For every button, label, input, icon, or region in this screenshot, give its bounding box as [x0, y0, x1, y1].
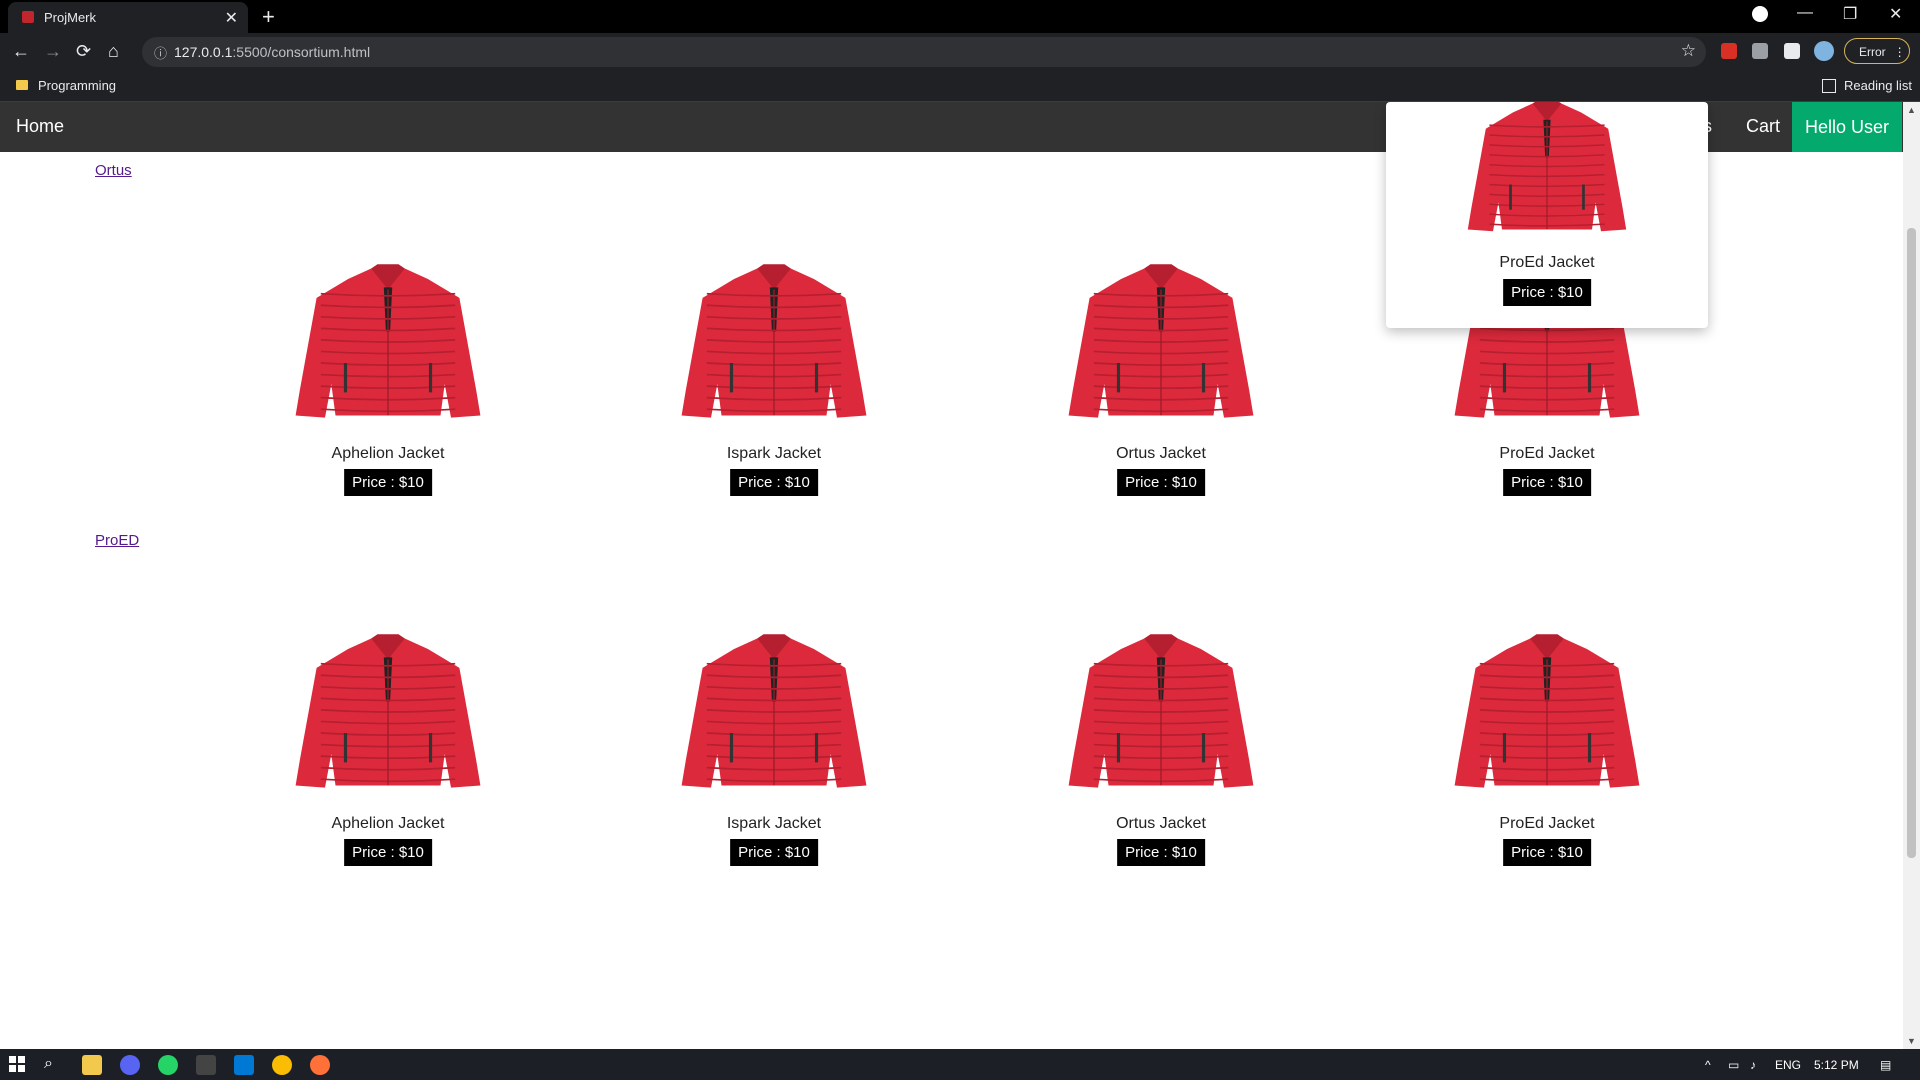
notifications-icon[interactable]: ▤ [1880, 1058, 1891, 1072]
minimize-button[interactable]: — [1797, 4, 1813, 22]
page-scrollbar[interactable]: ▲ ▼ [1903, 102, 1920, 1049]
product-card[interactable]: Ortus Jacket Price : $10 [1021, 252, 1301, 496]
hello-user-button[interactable]: Hello User [1792, 102, 1902, 152]
product-name: Ispark Jacket [726, 815, 822, 832]
product-card[interactable]: Aphelion Jacket Price : $10 [248, 252, 528, 496]
jacket-image [681, 264, 867, 418]
jacket-image [1454, 634, 1640, 788]
back-button[interactable]: ← [12, 41, 30, 62]
product-card[interactable]: ProEd Jacket Price : $10 [1407, 622, 1687, 866]
nav-home-link[interactable]: Home [16, 116, 64, 137]
dropdown-product-card[interactable]: ProEd Jacket Price : $10 [1386, 102, 1708, 328]
scroll-down-icon[interactable]: ▼ [1907, 1036, 1916, 1046]
product-price: Price : $10 [1503, 839, 1591, 866]
jacket-image [295, 634, 481, 788]
product-name: Ispark Jacket [726, 445, 822, 462]
jacket-image [681, 634, 867, 788]
product-price: Price : $10 [730, 469, 818, 496]
avatar[interactable] [1814, 41, 1834, 61]
nav-cart-link[interactable]: Cart [1746, 116, 1780, 137]
browser-tab-strip: ProjMerk ✕ + — ❐ ✕ [0, 0, 1920, 33]
profile-error-button[interactable]: Error ⋮ [1844, 38, 1910, 64]
product-name: ProEd Jacket [1499, 815, 1595, 832]
reload-button[interactable]: ⟳ [76, 41, 91, 62]
product-name: ProEd Jacket [1499, 254, 1595, 271]
windows-taskbar: ⌕ ^ ▭ ♪ ENG 5:12 PM ▤ [0, 1049, 1920, 1080]
clock[interactable]: 5:12 PM [1814, 1058, 1859, 1072]
jacket-image [295, 264, 481, 418]
tab-close-icon[interactable]: ✕ [225, 8, 238, 28]
product-price: Price : $10 [1117, 839, 1205, 866]
restore-button[interactable]: ❐ [1843, 4, 1857, 24]
scroll-up-icon[interactable]: ▲ [1907, 105, 1916, 115]
bookmarks-bar: Programming Reading list [0, 71, 1920, 102]
product-price: Price : $10 [730, 839, 818, 866]
site-favicon-icon [22, 11, 34, 23]
scrollbar-thumb[interactable] [1907, 228, 1916, 858]
bookmark-star-icon[interactable]: ☆ [1681, 41, 1696, 61]
product-price: Price : $10 [344, 469, 432, 496]
product-name: Ortus Jacket [1116, 815, 1206, 832]
forward-button[interactable]: → [44, 41, 62, 62]
extensions-puzzle-icon[interactable] [1784, 43, 1800, 59]
product-price: Price : $10 [344, 839, 432, 866]
extension-icon[interactable] [1752, 43, 1768, 59]
tray-chevron-icon[interactable]: ^ [1705, 1058, 1711, 1072]
product-card[interactable]: Aphelion Jacket Price : $10 [248, 622, 528, 866]
product-name: Aphelion Jacket [331, 445, 445, 462]
jacket-image [1068, 634, 1254, 788]
browser-tab[interactable]: ProjMerk ✕ [8, 2, 248, 33]
tab-title: ProjMerk [44, 10, 97, 25]
extension-icon[interactable] [1721, 43, 1737, 59]
terminal-icon[interactable] [196, 1055, 216, 1075]
volume-icon[interactable]: ♪ [1750, 1058, 1756, 1072]
page-viewport: Home bs Cart Hello User ProEd Jacket Pri… [0, 102, 1920, 1049]
firefox-icon[interactable] [310, 1055, 330, 1075]
jacket-image [1467, 102, 1627, 232]
vscode-icon[interactable] [234, 1055, 254, 1075]
product-price: Price : $10 [1503, 469, 1591, 496]
windows-start-icon[interactable] [8, 1055, 28, 1075]
product-card[interactable]: Ortus Jacket Price : $10 [1021, 622, 1301, 866]
new-tab-button[interactable]: + [262, 4, 275, 30]
product-name: Aphelion Jacket [331, 815, 445, 832]
site-info-icon[interactable]: ⓘ [154, 43, 167, 62]
section-link-proed[interactable]: ProED [95, 532, 139, 549]
network-icon[interactable]: ▭ [1728, 1058, 1739, 1072]
product-card[interactable]: Ispark Jacket Price : $10 [634, 622, 914, 866]
product-price: Price : $10 [1117, 469, 1205, 496]
reading-list-button[interactable]: Reading list [1844, 78, 1912, 93]
section-link-ortus[interactable]: Ortus [95, 162, 132, 179]
product-name: Ortus Jacket [1116, 445, 1206, 462]
browser-toolbar: ← → ⟳ ⌂ ⓘ 127.0.0.1:5500/consortium.html… [0, 33, 1920, 71]
product-name: ProEd Jacket [1499, 445, 1595, 462]
url-text: 127.0.0.1:5500/consortium.html [174, 44, 371, 60]
jacket-image [1068, 264, 1254, 418]
bookmark-programming[interactable]: Programming [38, 78, 116, 93]
folder-icon [16, 80, 28, 90]
search-icon[interactable]: ⌕ [44, 1055, 64, 1075]
home-button[interactable]: ⌂ [108, 41, 119, 62]
product-price: Price : $10 [1503, 279, 1591, 306]
reading-list-icon [1822, 79, 1836, 93]
chrome-icon[interactable] [272, 1055, 292, 1075]
language-indicator[interactable]: ENG [1775, 1058, 1801, 1072]
profile-menu-icon[interactable] [1752, 6, 1768, 22]
whatsapp-icon[interactable] [158, 1055, 178, 1075]
address-bar[interactable]: ⓘ 127.0.0.1:5500/consortium.html ☆ [142, 37, 1706, 67]
window-close-button[interactable]: ✕ [1889, 4, 1902, 24]
product-card[interactable]: Ispark Jacket Price : $10 [634, 252, 914, 496]
discord-icon[interactable] [120, 1055, 140, 1075]
file-explorer-icon[interactable] [82, 1055, 102, 1075]
